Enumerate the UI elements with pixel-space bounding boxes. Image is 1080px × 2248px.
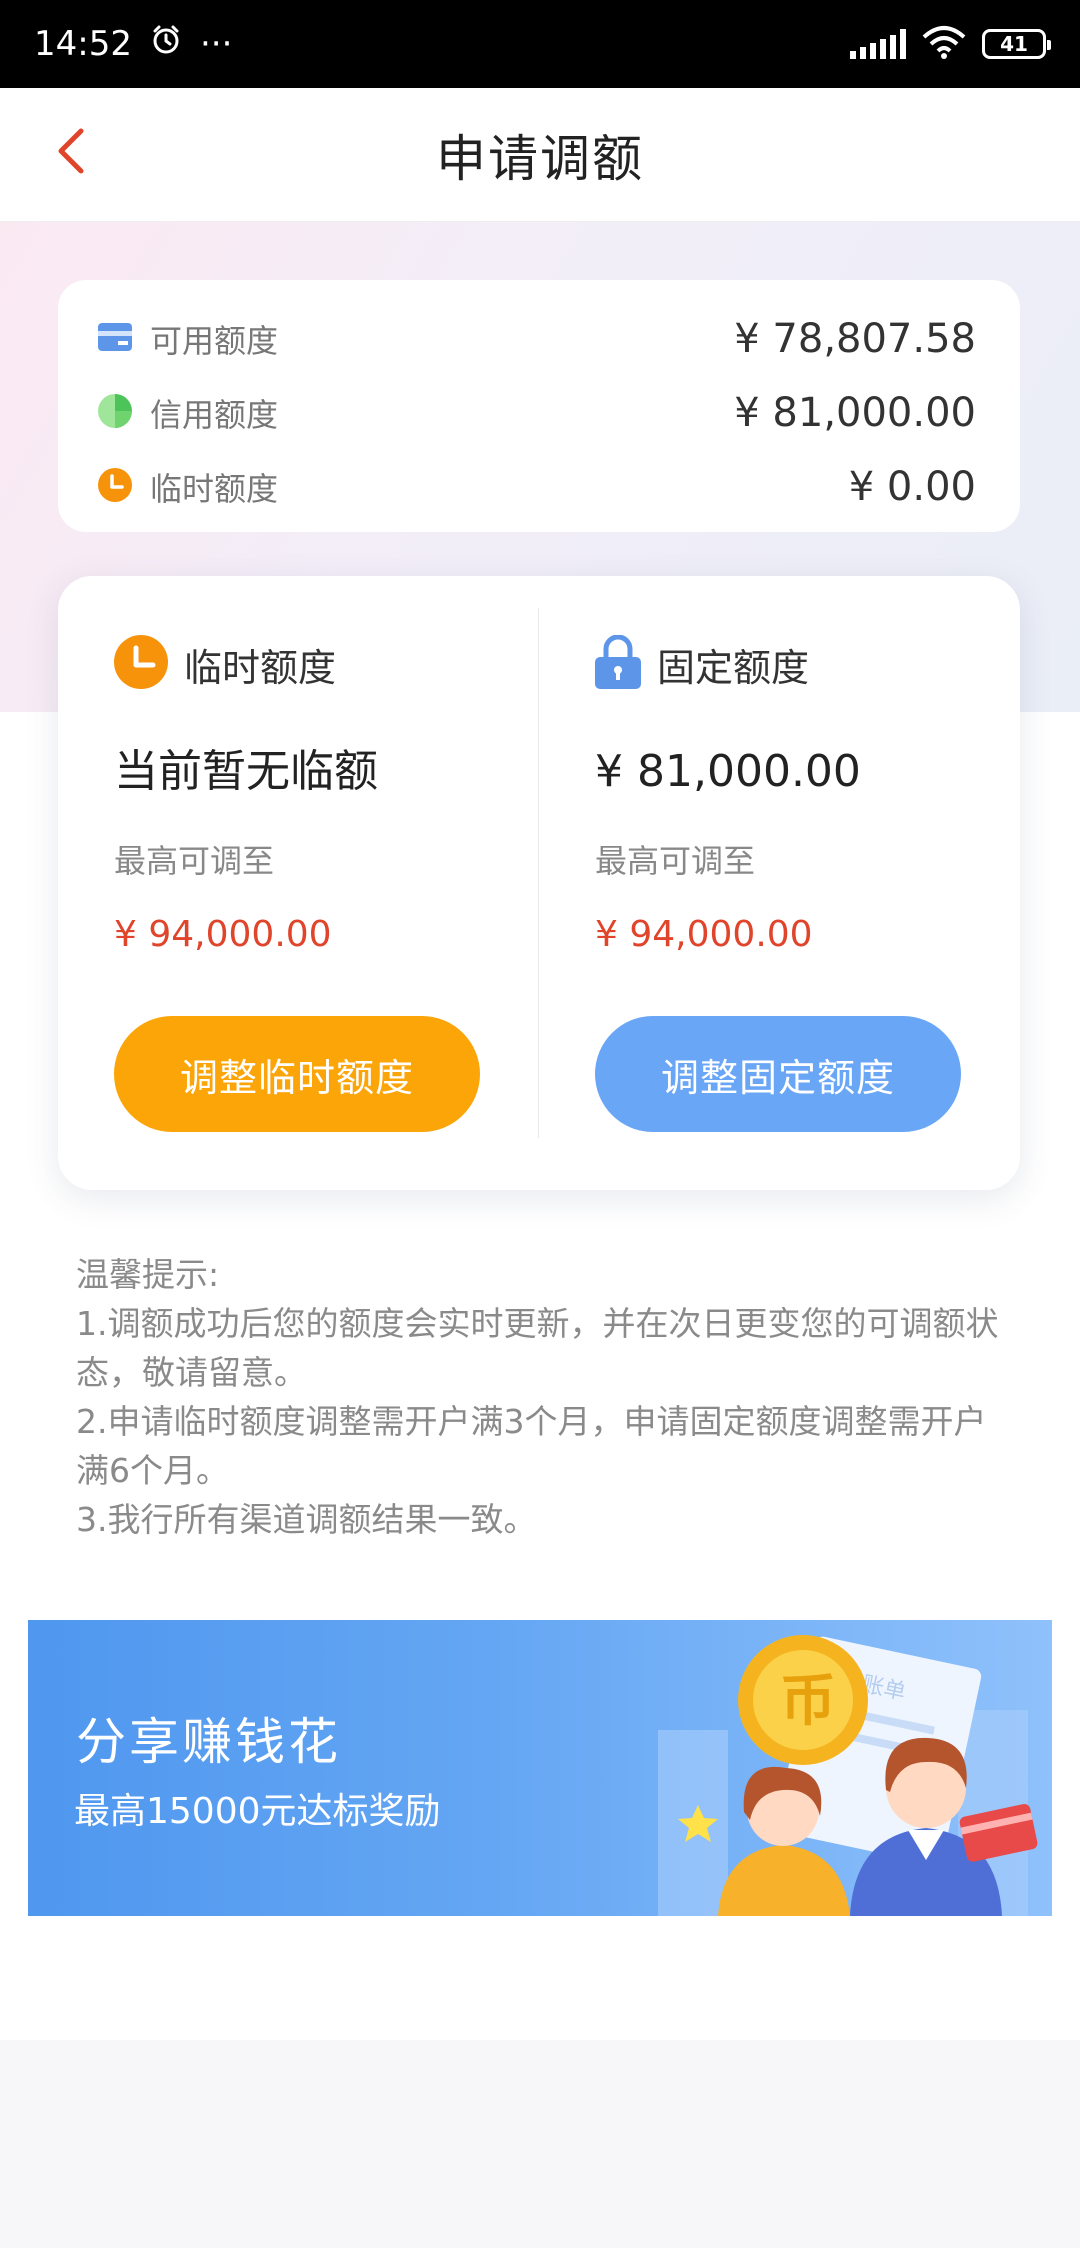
quota-adjust-card: 临时额度 当前暂无临额 最高可调至 ¥ 94,000.00 调整临时额度 固定额… xyxy=(58,576,1020,1190)
clock-icon xyxy=(98,468,132,506)
fixed-quota-current: ¥ 81,000.00 xyxy=(595,746,861,797)
more-notifications-icon: ··· xyxy=(199,24,233,64)
fixed-quota-panel: 固定额度 ¥ 81,000.00 最高可调至 ¥ 94,000.00 调整固定额… xyxy=(539,576,1020,1190)
adjust-fixed-quota-button[interactable]: 调整固定额度 xyxy=(595,1016,961,1132)
status-bar: 14:52 ··· 41 xyxy=(0,0,1080,88)
fixed-max-label: 最高可调至 xyxy=(595,842,756,880)
summary-row-credit: 信用额度 ¥ 81,000.00 xyxy=(98,376,976,450)
summary-label: 信用额度 xyxy=(150,396,279,434)
summary-label: 临时额度 xyxy=(150,470,279,508)
promo-banner[interactable]: 分享赚钱花 最高15000元达标奖励 账单 币 xyxy=(28,1620,1052,1916)
tips-line: 1.调额成功后您的额度会实时更新，并在次日更变您的可调额状态，敬请留意。 xyxy=(76,1304,999,1392)
fixed-quota-title: 固定额度 xyxy=(657,645,810,690)
summary-value: ¥ 0.00 xyxy=(848,464,976,510)
nav-bar: 申请调额 xyxy=(0,88,1080,222)
temporary-quota-title: 临时额度 xyxy=(184,645,337,690)
summary-row-available: 可用额度 ¥ 78,807.58 xyxy=(98,302,976,376)
battery-icon: 41 xyxy=(982,29,1051,59)
summary-value: ¥ 78,807.58 xyxy=(734,316,976,362)
banner-subtitle: 最高15000元达标奖励 xyxy=(74,1791,441,1832)
signal-icon xyxy=(850,29,906,59)
alarm-icon xyxy=(150,24,182,65)
lock-icon xyxy=(595,634,641,693)
battery-level: 41 xyxy=(1000,32,1028,56)
fixed-max-value: ¥ 94,000.00 xyxy=(595,914,813,955)
tips-line: 3.我行所有渠道调额结果一致。 xyxy=(76,1500,537,1539)
status-time: 14:52 xyxy=(34,24,132,64)
wifi-icon xyxy=(922,25,966,63)
banner-illustration: 账单 币 xyxy=(658,1635,1038,1916)
coin-text: 币 xyxy=(780,1669,836,1734)
chevron-left-icon xyxy=(53,127,89,179)
summary-label: 可用额度 xyxy=(150,322,279,360)
bottom-area xyxy=(0,2040,1080,2248)
adjust-temporary-quota-button[interactable]: 调整临时额度 xyxy=(114,1016,480,1132)
tips-section: 温馨提示: 1.调额成功后您的额度会实时更新，并在次日更变您的可调额状态，敬请留… xyxy=(76,1250,1016,1544)
credit-summary-card: 可用额度 ¥ 78,807.58 信用额度 ¥ 81,000.00 临时额度 ¥… xyxy=(58,280,1020,532)
summary-row-temporary: 临时额度 ¥ 0.00 xyxy=(98,450,976,524)
temporary-max-label: 最高可调至 xyxy=(114,842,275,880)
page-title: 申请调额 xyxy=(436,129,644,188)
banner-title: 分享赚钱花 xyxy=(76,1713,341,1771)
pie-chart-icon xyxy=(98,394,132,432)
tips-line: 2.申请临时额度调整需开户满3个月，申请固定额度调整需开户满6个月。 xyxy=(76,1402,987,1490)
card-icon xyxy=(98,323,132,355)
tips-heading: 温馨提示: xyxy=(76,1255,220,1294)
temporary-max-value: ¥ 94,000.00 xyxy=(114,914,332,955)
clock-icon xyxy=(114,635,168,693)
temporary-quota-panel: 临时额度 当前暂无临额 最高可调至 ¥ 94,000.00 调整临时额度 xyxy=(58,576,539,1190)
temporary-quota-current: 当前暂无临额 xyxy=(114,746,378,797)
back-button[interactable] xyxy=(36,118,106,188)
summary-value: ¥ 81,000.00 xyxy=(734,390,976,436)
